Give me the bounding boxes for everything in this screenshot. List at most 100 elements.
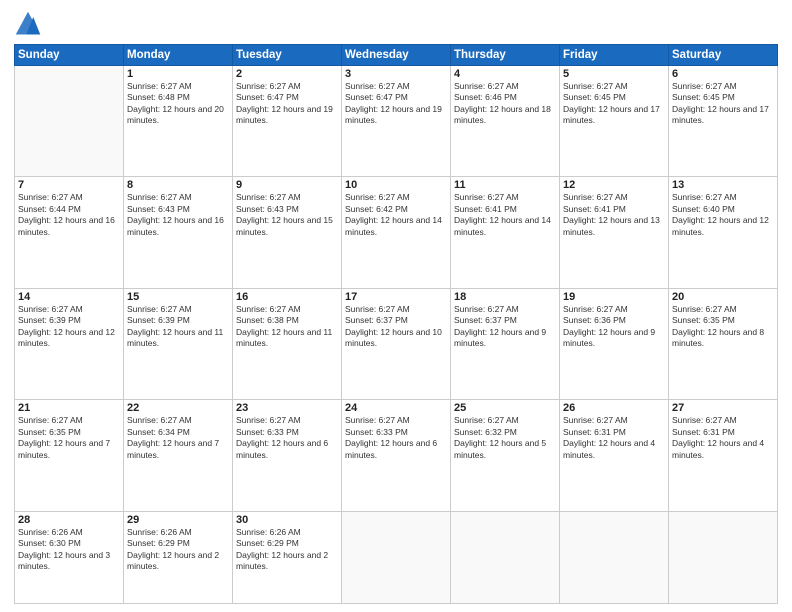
day-info: Sunrise: 6:26 AMSunset: 6:29 PMDaylight:… [127, 527, 229, 573]
day-number: 28 [18, 514, 120, 526]
day-info: Sunrise: 6:27 AMSunset: 6:43 PMDaylight:… [236, 192, 338, 238]
calendar-cell: 6 Sunrise: 6:27 AMSunset: 6:45 PMDayligh… [669, 66, 778, 177]
calendar-cell: 14 Sunrise: 6:27 AMSunset: 6:39 PMDaylig… [15, 288, 124, 399]
day-number: 18 [454, 291, 556, 303]
day-number: 12 [563, 179, 665, 191]
day-number: 27 [672, 402, 774, 414]
calendar-cell: 8 Sunrise: 6:27 AMSunset: 6:43 PMDayligh… [124, 177, 233, 288]
calendar-cell: 24 Sunrise: 6:27 AMSunset: 6:33 PMDaylig… [342, 400, 451, 511]
calendar-cell: 10 Sunrise: 6:27 AMSunset: 6:42 PMDaylig… [342, 177, 451, 288]
calendar-cell: 30 Sunrise: 6:26 AMSunset: 6:29 PMDaylig… [233, 511, 342, 603]
day-info: Sunrise: 6:27 AMSunset: 6:34 PMDaylight:… [127, 415, 229, 461]
calendar-cell: 3 Sunrise: 6:27 AMSunset: 6:47 PMDayligh… [342, 66, 451, 177]
weekday-header-friday: Friday [560, 45, 669, 66]
day-number: 16 [236, 291, 338, 303]
weekday-header-row: SundayMondayTuesdayWednesdayThursdayFrid… [15, 45, 778, 66]
day-info: Sunrise: 6:27 AMSunset: 6:40 PMDaylight:… [672, 192, 774, 238]
day-info: Sunrise: 6:27 AMSunset: 6:31 PMDaylight:… [672, 415, 774, 461]
calendar-cell [669, 511, 778, 603]
day-number: 29 [127, 514, 229, 526]
weekday-header-tuesday: Tuesday [233, 45, 342, 66]
day-info: Sunrise: 6:27 AMSunset: 6:37 PMDaylight:… [454, 304, 556, 350]
day-number: 11 [454, 179, 556, 191]
calendar-cell: 12 Sunrise: 6:27 AMSunset: 6:41 PMDaylig… [560, 177, 669, 288]
calendar-cell: 19 Sunrise: 6:27 AMSunset: 6:36 PMDaylig… [560, 288, 669, 399]
day-info: Sunrise: 6:27 AMSunset: 6:37 PMDaylight:… [345, 304, 447, 350]
day-number: 7 [18, 179, 120, 191]
day-info: Sunrise: 6:27 AMSunset: 6:41 PMDaylight:… [454, 192, 556, 238]
calendar-cell: 5 Sunrise: 6:27 AMSunset: 6:45 PMDayligh… [560, 66, 669, 177]
day-info: Sunrise: 6:27 AMSunset: 6:42 PMDaylight:… [345, 192, 447, 238]
logo-icon [14, 10, 42, 38]
day-info: Sunrise: 6:27 AMSunset: 6:41 PMDaylight:… [563, 192, 665, 238]
day-number: 10 [345, 179, 447, 191]
day-number: 2 [236, 68, 338, 80]
day-info: Sunrise: 6:27 AMSunset: 6:31 PMDaylight:… [563, 415, 665, 461]
calendar-cell: 4 Sunrise: 6:27 AMSunset: 6:46 PMDayligh… [451, 66, 560, 177]
week-row-1: 1 Sunrise: 6:27 AMSunset: 6:48 PMDayligh… [15, 66, 778, 177]
weekday-header-sunday: Sunday [15, 45, 124, 66]
day-info: Sunrise: 6:27 AMSunset: 6:43 PMDaylight:… [127, 192, 229, 238]
day-number: 22 [127, 402, 229, 414]
day-info: Sunrise: 6:27 AMSunset: 6:45 PMDaylight:… [672, 81, 774, 127]
day-info: Sunrise: 6:27 AMSunset: 6:36 PMDaylight:… [563, 304, 665, 350]
day-number: 3 [345, 68, 447, 80]
calendar-cell: 15 Sunrise: 6:27 AMSunset: 6:39 PMDaylig… [124, 288, 233, 399]
day-info: Sunrise: 6:27 AMSunset: 6:38 PMDaylight:… [236, 304, 338, 350]
day-number: 20 [672, 291, 774, 303]
day-info: Sunrise: 6:27 AMSunset: 6:32 PMDaylight:… [454, 415, 556, 461]
calendar-cell: 23 Sunrise: 6:27 AMSunset: 6:33 PMDaylig… [233, 400, 342, 511]
day-info: Sunrise: 6:27 AMSunset: 6:39 PMDaylight:… [18, 304, 120, 350]
calendar-cell: 28 Sunrise: 6:26 AMSunset: 6:30 PMDaylig… [15, 511, 124, 603]
calendar-cell: 18 Sunrise: 6:27 AMSunset: 6:37 PMDaylig… [451, 288, 560, 399]
day-info: Sunrise: 6:27 AMSunset: 6:44 PMDaylight:… [18, 192, 120, 238]
calendar-cell: 11 Sunrise: 6:27 AMSunset: 6:41 PMDaylig… [451, 177, 560, 288]
weekday-header-saturday: Saturday [669, 45, 778, 66]
calendar-cell: 13 Sunrise: 6:27 AMSunset: 6:40 PMDaylig… [669, 177, 778, 288]
day-info: Sunrise: 6:27 AMSunset: 6:35 PMDaylight:… [672, 304, 774, 350]
day-info: Sunrise: 6:26 AMSunset: 6:30 PMDaylight:… [18, 527, 120, 573]
day-number: 17 [345, 291, 447, 303]
day-info: Sunrise: 6:27 AMSunset: 6:33 PMDaylight:… [236, 415, 338, 461]
day-number: 24 [345, 402, 447, 414]
header [14, 10, 778, 38]
page: SundayMondayTuesdayWednesdayThursdayFrid… [0, 0, 792, 612]
weekday-header-thursday: Thursday [451, 45, 560, 66]
day-info: Sunrise: 6:27 AMSunset: 6:45 PMDaylight:… [563, 81, 665, 127]
calendar-cell: 21 Sunrise: 6:27 AMSunset: 6:35 PMDaylig… [15, 400, 124, 511]
weekday-header-monday: Monday [124, 45, 233, 66]
day-number: 15 [127, 291, 229, 303]
calendar-cell: 25 Sunrise: 6:27 AMSunset: 6:32 PMDaylig… [451, 400, 560, 511]
day-number: 6 [672, 68, 774, 80]
day-info: Sunrise: 6:27 AMSunset: 6:47 PMDaylight:… [345, 81, 447, 127]
day-number: 26 [563, 402, 665, 414]
calendar-cell: 17 Sunrise: 6:27 AMSunset: 6:37 PMDaylig… [342, 288, 451, 399]
day-info: Sunrise: 6:27 AMSunset: 6:35 PMDaylight:… [18, 415, 120, 461]
day-number: 30 [236, 514, 338, 526]
logo [14, 10, 46, 38]
calendar-cell: 7 Sunrise: 6:27 AMSunset: 6:44 PMDayligh… [15, 177, 124, 288]
calendar-cell: 16 Sunrise: 6:27 AMSunset: 6:38 PMDaylig… [233, 288, 342, 399]
day-number: 4 [454, 68, 556, 80]
weekday-header-wednesday: Wednesday [342, 45, 451, 66]
day-number: 1 [127, 68, 229, 80]
day-number: 5 [563, 68, 665, 80]
day-info: Sunrise: 6:27 AMSunset: 6:47 PMDaylight:… [236, 81, 338, 127]
day-number: 25 [454, 402, 556, 414]
day-info: Sunrise: 6:27 AMSunset: 6:48 PMDaylight:… [127, 81, 229, 127]
day-number: 8 [127, 179, 229, 191]
calendar-cell: 22 Sunrise: 6:27 AMSunset: 6:34 PMDaylig… [124, 400, 233, 511]
day-info: Sunrise: 6:27 AMSunset: 6:33 PMDaylight:… [345, 415, 447, 461]
calendar-cell: 26 Sunrise: 6:27 AMSunset: 6:31 PMDaylig… [560, 400, 669, 511]
calendar-cell: 1 Sunrise: 6:27 AMSunset: 6:48 PMDayligh… [124, 66, 233, 177]
week-row-2: 7 Sunrise: 6:27 AMSunset: 6:44 PMDayligh… [15, 177, 778, 288]
calendar-cell [451, 511, 560, 603]
day-info: Sunrise: 6:27 AMSunset: 6:46 PMDaylight:… [454, 81, 556, 127]
day-number: 23 [236, 402, 338, 414]
day-number: 19 [563, 291, 665, 303]
calendar-cell: 2 Sunrise: 6:27 AMSunset: 6:47 PMDayligh… [233, 66, 342, 177]
day-number: 14 [18, 291, 120, 303]
calendar-cell: 20 Sunrise: 6:27 AMSunset: 6:35 PMDaylig… [669, 288, 778, 399]
day-info: Sunrise: 6:26 AMSunset: 6:29 PMDaylight:… [236, 527, 338, 573]
calendar-cell [342, 511, 451, 603]
